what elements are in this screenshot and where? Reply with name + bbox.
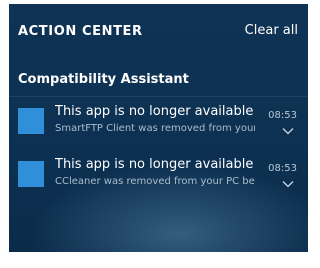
notification-time: 08:53: [268, 110, 297, 121]
notification-group-header[interactable]: Compatibility Assistant: [18, 72, 189, 87]
notification-item[interactable]: This app is no longer available CCleaner…: [9, 152, 308, 198]
clear-all-button[interactable]: Clear all: [245, 23, 298, 38]
notification-body: CCleaner was removed from your PC becaus…: [55, 176, 255, 187]
app-tile-icon: [18, 161, 44, 187]
notification-item[interactable]: This app is no longer available SmartFTP…: [9, 99, 308, 145]
app-tile-icon: [18, 108, 44, 134]
action-center-panel: ACTION CENTER Clear all Compatibility As…: [9, 4, 308, 252]
chevron-down-icon[interactable]: [282, 127, 294, 135]
notification-time: 08:53: [268, 163, 297, 174]
notification-title: This app is no longer available: [55, 104, 254, 119]
action-center-header: ACTION CENTER Clear all: [9, 4, 308, 56]
notification-body: SmartFTP Client was removed from your PC…: [55, 123, 255, 134]
chevron-down-icon[interactable]: [282, 180, 294, 188]
group-divider: [9, 96, 308, 97]
action-center-title: ACTION CENTER: [18, 24, 143, 39]
notification-title: This app is no longer available: [55, 157, 254, 172]
